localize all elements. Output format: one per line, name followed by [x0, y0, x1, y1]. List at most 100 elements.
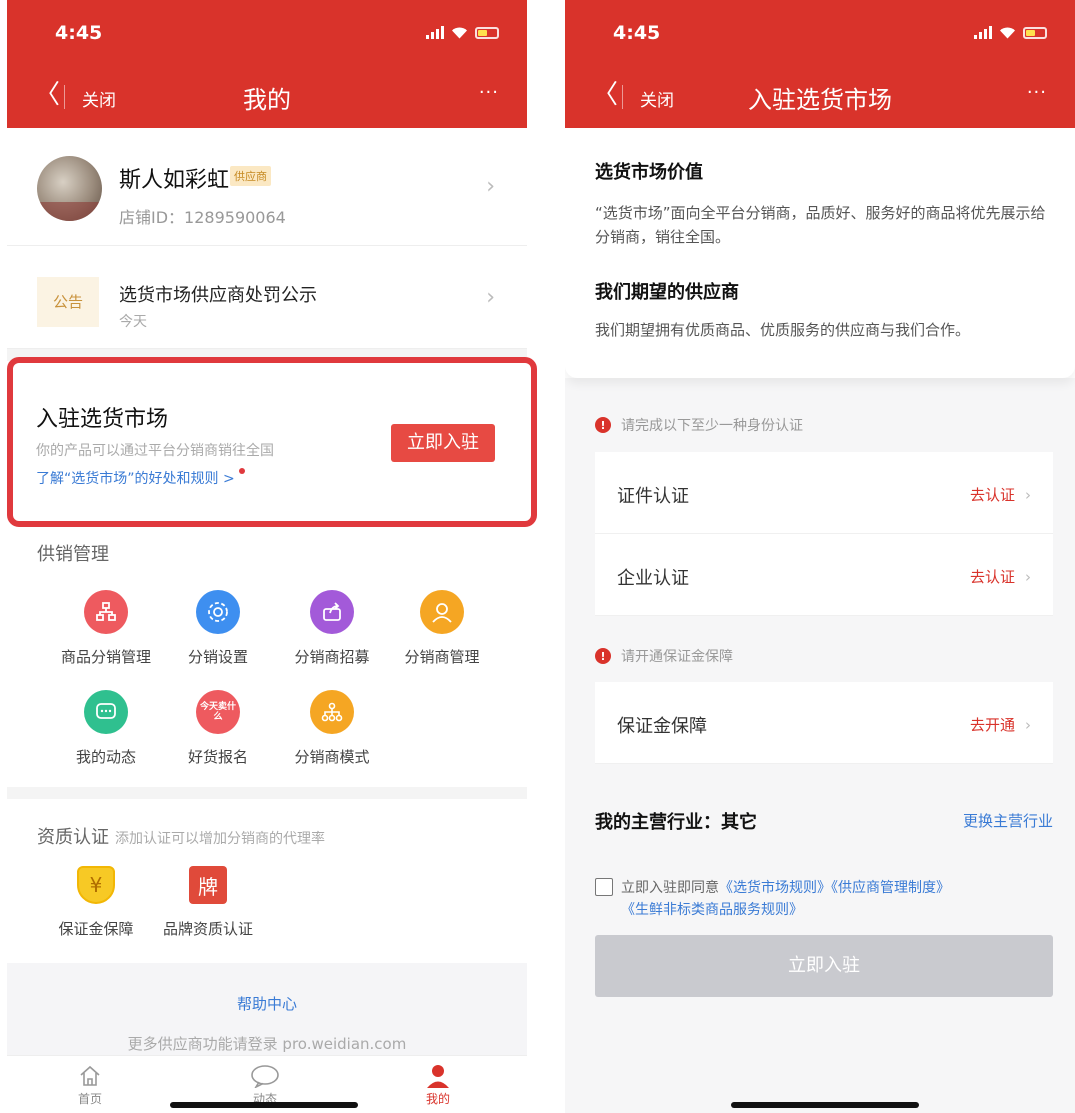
grid-item-product-distribution[interactable]: 商品分销管理: [46, 590, 166, 667]
value-heading: 选货市场价值: [595, 162, 703, 183]
more-icon[interactable]: ···: [1027, 82, 1047, 103]
deposit-warning-text: 请开通保证金保障: [621, 649, 733, 665]
cert-row-action-text: 去认证: [969, 486, 1015, 504]
join-rules-link[interactable]: 了解“选货市场”的好处和规则 >: [36, 468, 245, 488]
status-icons: [426, 26, 499, 39]
tab-home[interactable]: 首页: [50, 1062, 130, 1107]
left-phone-screen: 4:45 〈 关闭 我的 ··· 斯人如彩虹 供应商 店铺ID：12895900…: [7, 0, 527, 1113]
grid-item-distribution-settings[interactable]: 分销设置: [158, 590, 278, 667]
help-more-text: 更多供应商功能请登录 pro.weidian.com: [127, 1035, 407, 1053]
home-indicator: [731, 1102, 919, 1108]
person-icon: [398, 1062, 478, 1090]
chevron-right-icon: ›: [1025, 716, 1031, 734]
value-text: “选货市场”面向全平台分销商，品质好、服务好的商品将优先展示给分销商，销往全国。: [595, 204, 1046, 246]
deposit-row-action-text: 去开通: [969, 716, 1015, 734]
agreement-text: 立即入驻即同意《选货市场规则》《供应商管理制度》 《生鲜非标类商品服务规则》: [595, 877, 1045, 921]
grid-item-distributor-manage[interactable]: 分销商管理: [382, 590, 502, 667]
nav-bar: 〈 关闭 入驻选货市场 ···: [565, 78, 1075, 118]
submit-join-button[interactable]: 立即入驻: [595, 935, 1053, 997]
cert-row-action-text: 去认证: [969, 568, 1015, 586]
page-title: 我的: [243, 86, 291, 114]
header: 4:45 〈 关闭 我的 ···: [7, 0, 527, 128]
supply-section-title: 供销管理: [37, 544, 109, 565]
signal-icon: [426, 26, 444, 39]
home-indicator: [170, 1102, 358, 1108]
grid-item-my-updates[interactable]: 我的动态: [46, 690, 166, 767]
expected-heading: 我们期望的供应商: [595, 282, 739, 303]
notice-row[interactable]: 公告 选货市场供应商处罚公示 今天 ›: [7, 247, 527, 349]
grid-item-label: 分销设置: [187, 648, 248, 666]
fresh-goods-rules-link[interactable]: 《生鲜非标类商品服务规则》: [621, 902, 803, 918]
notice-title: 选货市场供应商处罚公示: [119, 285, 317, 306]
supplier-policy-link[interactable]: 《供应商管理制度》: [831, 880, 950, 896]
notice-tag: 公告: [37, 277, 99, 327]
shop-id: 店铺ID：1289590064: [119, 208, 286, 227]
qualification-section-title: 资质认证 添加认证可以增加分销商的代理率: [37, 823, 325, 849]
supplier-badge: 供应商: [230, 166, 271, 186]
hierarchy-icon: [84, 590, 128, 634]
grid-item-good-goods-signup[interactable]: 今天卖什么 好货报名: [158, 690, 278, 767]
chat-icon: [84, 690, 128, 734]
grid-item-label: 分销商招募: [294, 648, 370, 666]
status-time: 4:45: [55, 22, 103, 44]
grid-item-label: 分销商模式: [294, 748, 370, 766]
right-phone-screen: 4:45 〈 关闭 入驻选货市场 ··· 选货市场价值 “选货市场”面向全平台分…: [565, 0, 1075, 1113]
join-title: 入驻选货市场: [36, 407, 169, 432]
status-bar: 4:45: [7, 20, 527, 50]
wifi-icon: [452, 27, 467, 39]
market-rules-link[interactable]: 《选货市场规则》: [719, 880, 831, 896]
red-dot-icon: [238, 468, 245, 474]
battery-icon: [475, 26, 499, 39]
cert-row-document[interactable]: 证件认证 去认证 ›: [595, 452, 1053, 534]
cert-row-label: 企业认证: [617, 568, 689, 589]
status-time: 4:45: [613, 22, 661, 44]
join-subtitle: 你的产品可以通过平台分销商销往全国: [36, 443, 274, 459]
cert-row-action[interactable]: 去认证 ›: [970, 566, 1031, 587]
divider: [7, 787, 527, 799]
badge-item-brand[interactable]: 牌 品牌资质认证: [153, 866, 263, 939]
tab-updates[interactable]: 动态: [225, 1062, 305, 1107]
profile-name: 斯人如彩虹: [119, 168, 230, 193]
chevron-right-icon: ›: [1025, 486, 1031, 504]
qualification-title: 资质认证: [37, 827, 109, 848]
nav-bar: 〈 关闭 我的 ···: [7, 78, 527, 118]
more-icon[interactable]: ···: [479, 82, 499, 103]
profile-row[interactable]: 斯人如彩虹 供应商 店铺ID：1289590064 ›: [7, 128, 527, 246]
deposit-row-action[interactable]: 去开通 ›: [970, 714, 1031, 735]
badge-item-deposit[interactable]: ¥ 保证金保障: [41, 866, 151, 939]
cert-row-enterprise[interactable]: 企业认证 去认证 ›: [595, 534, 1053, 616]
grid-item-label: 商品分销管理: [60, 648, 151, 666]
share-icon: [310, 590, 354, 634]
badge-item-label: 保证金保障: [58, 920, 134, 938]
join-now-button[interactable]: 立即入驻: [391, 424, 495, 462]
help-center-link[interactable]: 帮助中心: [7, 993, 527, 1014]
signal-icon: [974, 26, 992, 39]
yen-shield-icon: ¥: [77, 866, 115, 904]
cert-row-action[interactable]: 去认证 ›: [970, 484, 1031, 505]
chevron-right-icon: ›: [486, 174, 495, 199]
warning-icon: !: [595, 417, 611, 433]
join-market-card: 入驻选货市场 你的产品可以通过平台分销商销往全国 了解“选货市场”的好处和规则 …: [7, 357, 537, 527]
brand-icon: 牌: [189, 866, 227, 904]
status-bar: 4:45: [565, 20, 1075, 50]
identity-warning-text: 请完成以下至少一种身份认证: [621, 418, 803, 434]
change-industry-link[interactable]: 更换主营行业: [963, 810, 1053, 831]
grid-item-distributor-mode[interactable]: 分销商模式: [272, 690, 392, 767]
grid-item-label: 我的动态: [75, 748, 136, 766]
deposit-warning: ! 请开通保证金保障: [595, 646, 733, 666]
grid-item-distributor-recruit[interactable]: 分销商招募: [272, 590, 392, 667]
wifi-icon: [1000, 27, 1015, 39]
chevron-right-icon: ›: [486, 285, 495, 310]
status-icons: [974, 26, 1047, 39]
battery-icon: [1023, 26, 1047, 39]
page-title: 入驻选货市场: [748, 86, 892, 114]
header: 4:45 〈 关闭 入驻选货市场 ···: [565, 0, 1075, 128]
agree-checkbox[interactable]: [595, 878, 613, 896]
tab-mine[interactable]: 我的: [398, 1062, 478, 1107]
avatar: [37, 156, 102, 221]
chevron-right-icon: ›: [1025, 568, 1031, 586]
deposit-row[interactable]: 保证金保障 去开通 ›: [595, 682, 1053, 764]
badge-item-label: 品牌资质认证: [162, 920, 253, 938]
help-area: 帮助中心 更多供应商功能请登录 pro.weidian.com: [7, 963, 527, 1055]
tab-label: 首页: [77, 1092, 102, 1106]
